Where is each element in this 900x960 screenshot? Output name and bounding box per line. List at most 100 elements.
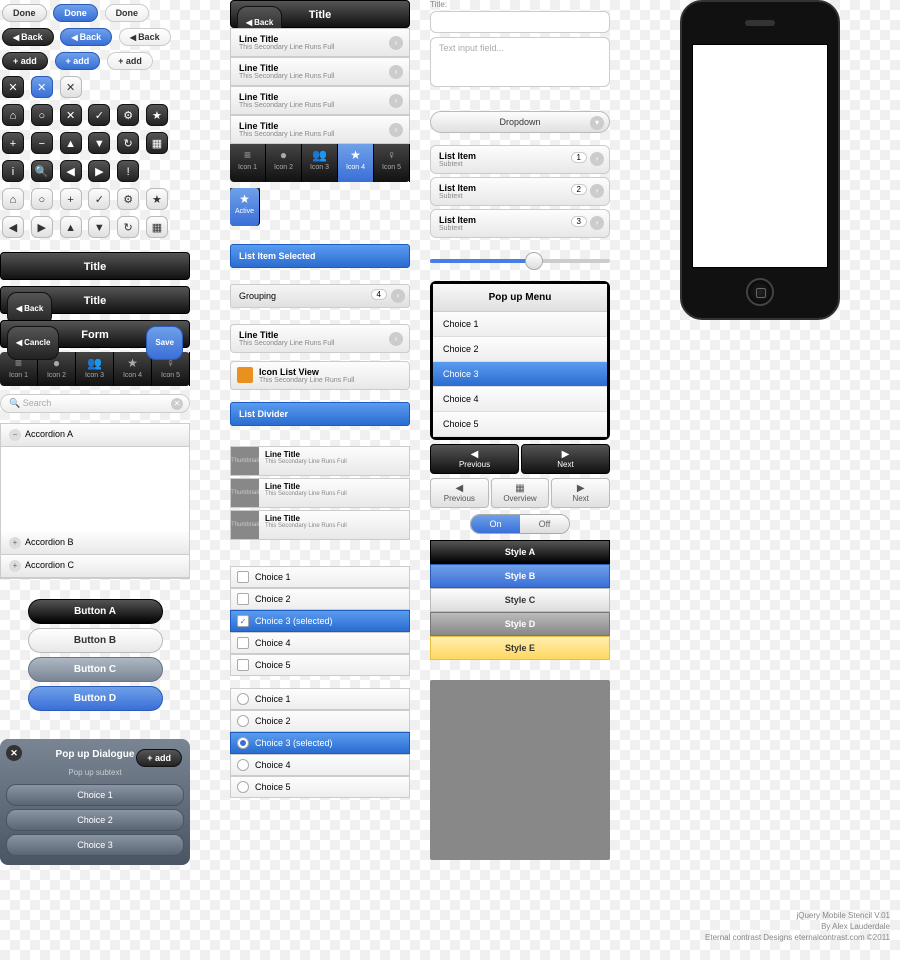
gear-icon-lt[interactable]: ⚙ bbox=[117, 188, 139, 210]
popup-choice-1[interactable]: Choice 1 bbox=[6, 784, 184, 806]
cancel-button[interactable]: ◀Cancle bbox=[7, 326, 59, 360]
popmenu-choice-1[interactable]: Choice 1 bbox=[433, 312, 607, 337]
down-icon-lt[interactable]: ▼ bbox=[88, 216, 110, 238]
popmenu-choice-5[interactable]: Choice 5 bbox=[433, 412, 607, 437]
grouping-row[interactable]: Grouping4› bbox=[230, 284, 410, 308]
back-button-blue[interactable]: ◀Back bbox=[60, 28, 112, 46]
home-button[interactable] bbox=[746, 278, 774, 306]
popmenu-choice-2[interactable]: Choice 2 bbox=[433, 337, 607, 362]
gear-icon[interactable]: ⚙ bbox=[117, 104, 139, 126]
add-button[interactable]: + add bbox=[136, 749, 182, 767]
button-c[interactable]: Button C bbox=[28, 657, 163, 682]
done-button-blue[interactable]: Done bbox=[53, 4, 98, 22]
circle-icon[interactable]: ○ bbox=[31, 104, 53, 126]
back-button-white[interactable]: ◀Back bbox=[119, 28, 171, 46]
down-icon[interactable]: ▼ bbox=[88, 132, 110, 154]
popup-choice-2[interactable]: Choice 2 bbox=[6, 809, 184, 831]
style-c[interactable]: Style C bbox=[430, 588, 610, 612]
list-item-2[interactable]: List ItemSubtext2› bbox=[430, 177, 610, 206]
star-icon[interactable]: ★ bbox=[146, 104, 168, 126]
list-item-selected[interactable]: List Item Selected bbox=[230, 244, 410, 268]
thumb-row[interactable]: ThumbnailLine TitleThis Secondary Line R… bbox=[230, 478, 410, 508]
up-icon-lt[interactable]: ▲ bbox=[60, 216, 82, 238]
minus-icon[interactable]: − bbox=[31, 132, 53, 154]
list-item-1[interactable]: List ItemSubtext1› bbox=[430, 145, 610, 174]
check-5[interactable]: Choice 5 bbox=[230, 654, 410, 676]
popmenu-choice-3[interactable]: Choice 3 bbox=[433, 362, 607, 387]
toggle-switch[interactable]: OnOff bbox=[470, 514, 570, 534]
check-icon-lt[interactable]: ✓ bbox=[88, 188, 110, 210]
left-icon[interactable]: ◀ bbox=[60, 160, 82, 182]
left-icon-lt[interactable]: ◀ bbox=[2, 216, 24, 238]
tab-2[interactable]: ●Icon 2 bbox=[266, 144, 302, 182]
check-4[interactable]: Choice 4 bbox=[230, 632, 410, 654]
button-a[interactable]: Button A bbox=[28, 599, 163, 624]
refresh-icon[interactable]: ↻ bbox=[117, 132, 139, 154]
refresh-icon-lt[interactable]: ↻ bbox=[117, 216, 139, 238]
home-icon-lt[interactable]: ⌂ bbox=[2, 188, 24, 210]
grid-icon-lt[interactable]: ▦ bbox=[146, 216, 168, 238]
list-row[interactable]: Line TitleThis Secondary Line Runs Full› bbox=[230, 28, 410, 57]
star-icon-lt[interactable]: ★ bbox=[146, 188, 168, 210]
done-button-white[interactable]: Done bbox=[105, 4, 150, 22]
radio-1[interactable]: Choice 1 bbox=[230, 688, 410, 710]
list-row[interactable]: Line TitleThis Secondary Line Runs Full› bbox=[230, 57, 410, 86]
tab-3[interactable]: 👥Icon 3 bbox=[302, 144, 338, 182]
add-button-blue[interactable]: + add bbox=[55, 52, 101, 70]
add-button-white[interactable]: + add bbox=[107, 52, 153, 70]
button-d[interactable]: Button D bbox=[28, 686, 163, 711]
list-row[interactable]: Line TitleThis Secondary Line Runs Full› bbox=[230, 115, 410, 144]
slider-knob[interactable] bbox=[525, 252, 543, 270]
icon-list-row[interactable]: Icon List ViewThis Secondary Line Runs F… bbox=[230, 361, 410, 390]
thumb-row[interactable]: ThumbnailLine TitleThis Secondary Line R… bbox=[230, 446, 410, 476]
plus-icon-lt[interactable]: + bbox=[60, 188, 82, 210]
tab-active-chip[interactable]: ★Active bbox=[230, 188, 260, 226]
radio-4[interactable]: Choice 4 bbox=[230, 754, 410, 776]
accordion-b[interactable]: +Accordion B bbox=[1, 532, 189, 555]
radio-3-selected[interactable]: Choice 3 (selected) bbox=[230, 732, 410, 754]
list-row[interactable]: Line TitleThis Secondary Line Runs Full› bbox=[230, 86, 410, 115]
close-icon-blue[interactable]: ✕ bbox=[31, 76, 53, 98]
accordion-a[interactable]: −Accordion A bbox=[1, 424, 189, 447]
close-icon-light[interactable]: ✕ bbox=[60, 76, 82, 98]
list-item-3[interactable]: List ItemSubtext3› bbox=[430, 209, 610, 238]
style-d[interactable]: Style D bbox=[430, 612, 610, 636]
style-e[interactable]: Style E bbox=[430, 636, 610, 660]
check-icon[interactable]: ✓ bbox=[88, 104, 110, 126]
button-b[interactable]: Button B bbox=[28, 628, 163, 653]
close-icon[interactable]: ✕ bbox=[6, 745, 22, 761]
plus-icon[interactable]: + bbox=[2, 132, 24, 154]
style-b[interactable]: Style B bbox=[430, 564, 610, 588]
prev-button[interactable]: ◀Previous bbox=[430, 444, 519, 474]
prev-button-lt[interactable]: ◀Previous bbox=[430, 478, 489, 508]
circle-icon-lt[interactable]: ○ bbox=[31, 188, 53, 210]
accordion-c[interactable]: +Accordion C bbox=[1, 555, 189, 578]
popup-choice-3[interactable]: Choice 3 bbox=[6, 834, 184, 856]
slider[interactable] bbox=[430, 251, 610, 271]
alert-icon[interactable]: ! bbox=[117, 160, 139, 182]
back-button-dark[interactable]: ◀Back bbox=[2, 28, 54, 46]
check-2[interactable]: Choice 2 bbox=[230, 588, 410, 610]
tab-5[interactable]: ♀Icon 5 bbox=[374, 144, 410, 182]
overview-button[interactable]: ▦Overview bbox=[491, 478, 550, 508]
info-icon[interactable]: i bbox=[2, 160, 24, 182]
next-button[interactable]: ▶Next bbox=[521, 444, 610, 474]
check-1[interactable]: Choice 1 bbox=[230, 566, 410, 588]
dropdown[interactable]: Dropdown▾ bbox=[430, 111, 610, 133]
delete-icon[interactable]: ✕ bbox=[60, 104, 82, 126]
close-icon[interactable]: ✕ bbox=[2, 76, 24, 98]
line-row[interactable]: Line TitleThis Secondary Line Runs Full› bbox=[230, 324, 410, 353]
tab-4-active[interactable]: ★Icon 4 bbox=[338, 144, 374, 182]
clear-icon[interactable]: ✕ bbox=[171, 398, 183, 410]
check-3-selected[interactable]: ✓Choice 3 (selected) bbox=[230, 610, 410, 632]
up-icon[interactable]: ▲ bbox=[60, 132, 82, 154]
save-button[interactable]: Save bbox=[146, 326, 183, 360]
search-input[interactable]: 🔍 Search✕ bbox=[0, 394, 190, 413]
home-icon[interactable]: ⌂ bbox=[2, 104, 24, 126]
tab-1[interactable]: ≡Icon 1 bbox=[230, 144, 266, 182]
style-a[interactable]: Style A bbox=[430, 540, 610, 564]
grid-icon[interactable]: ▦ bbox=[146, 132, 168, 154]
text-input[interactable]: Text input field... bbox=[430, 37, 610, 87]
radio-5[interactable]: Choice 5 bbox=[230, 776, 410, 798]
thumb-row[interactable]: ThumbnailLine TitleThis Secondary Line R… bbox=[230, 510, 410, 540]
